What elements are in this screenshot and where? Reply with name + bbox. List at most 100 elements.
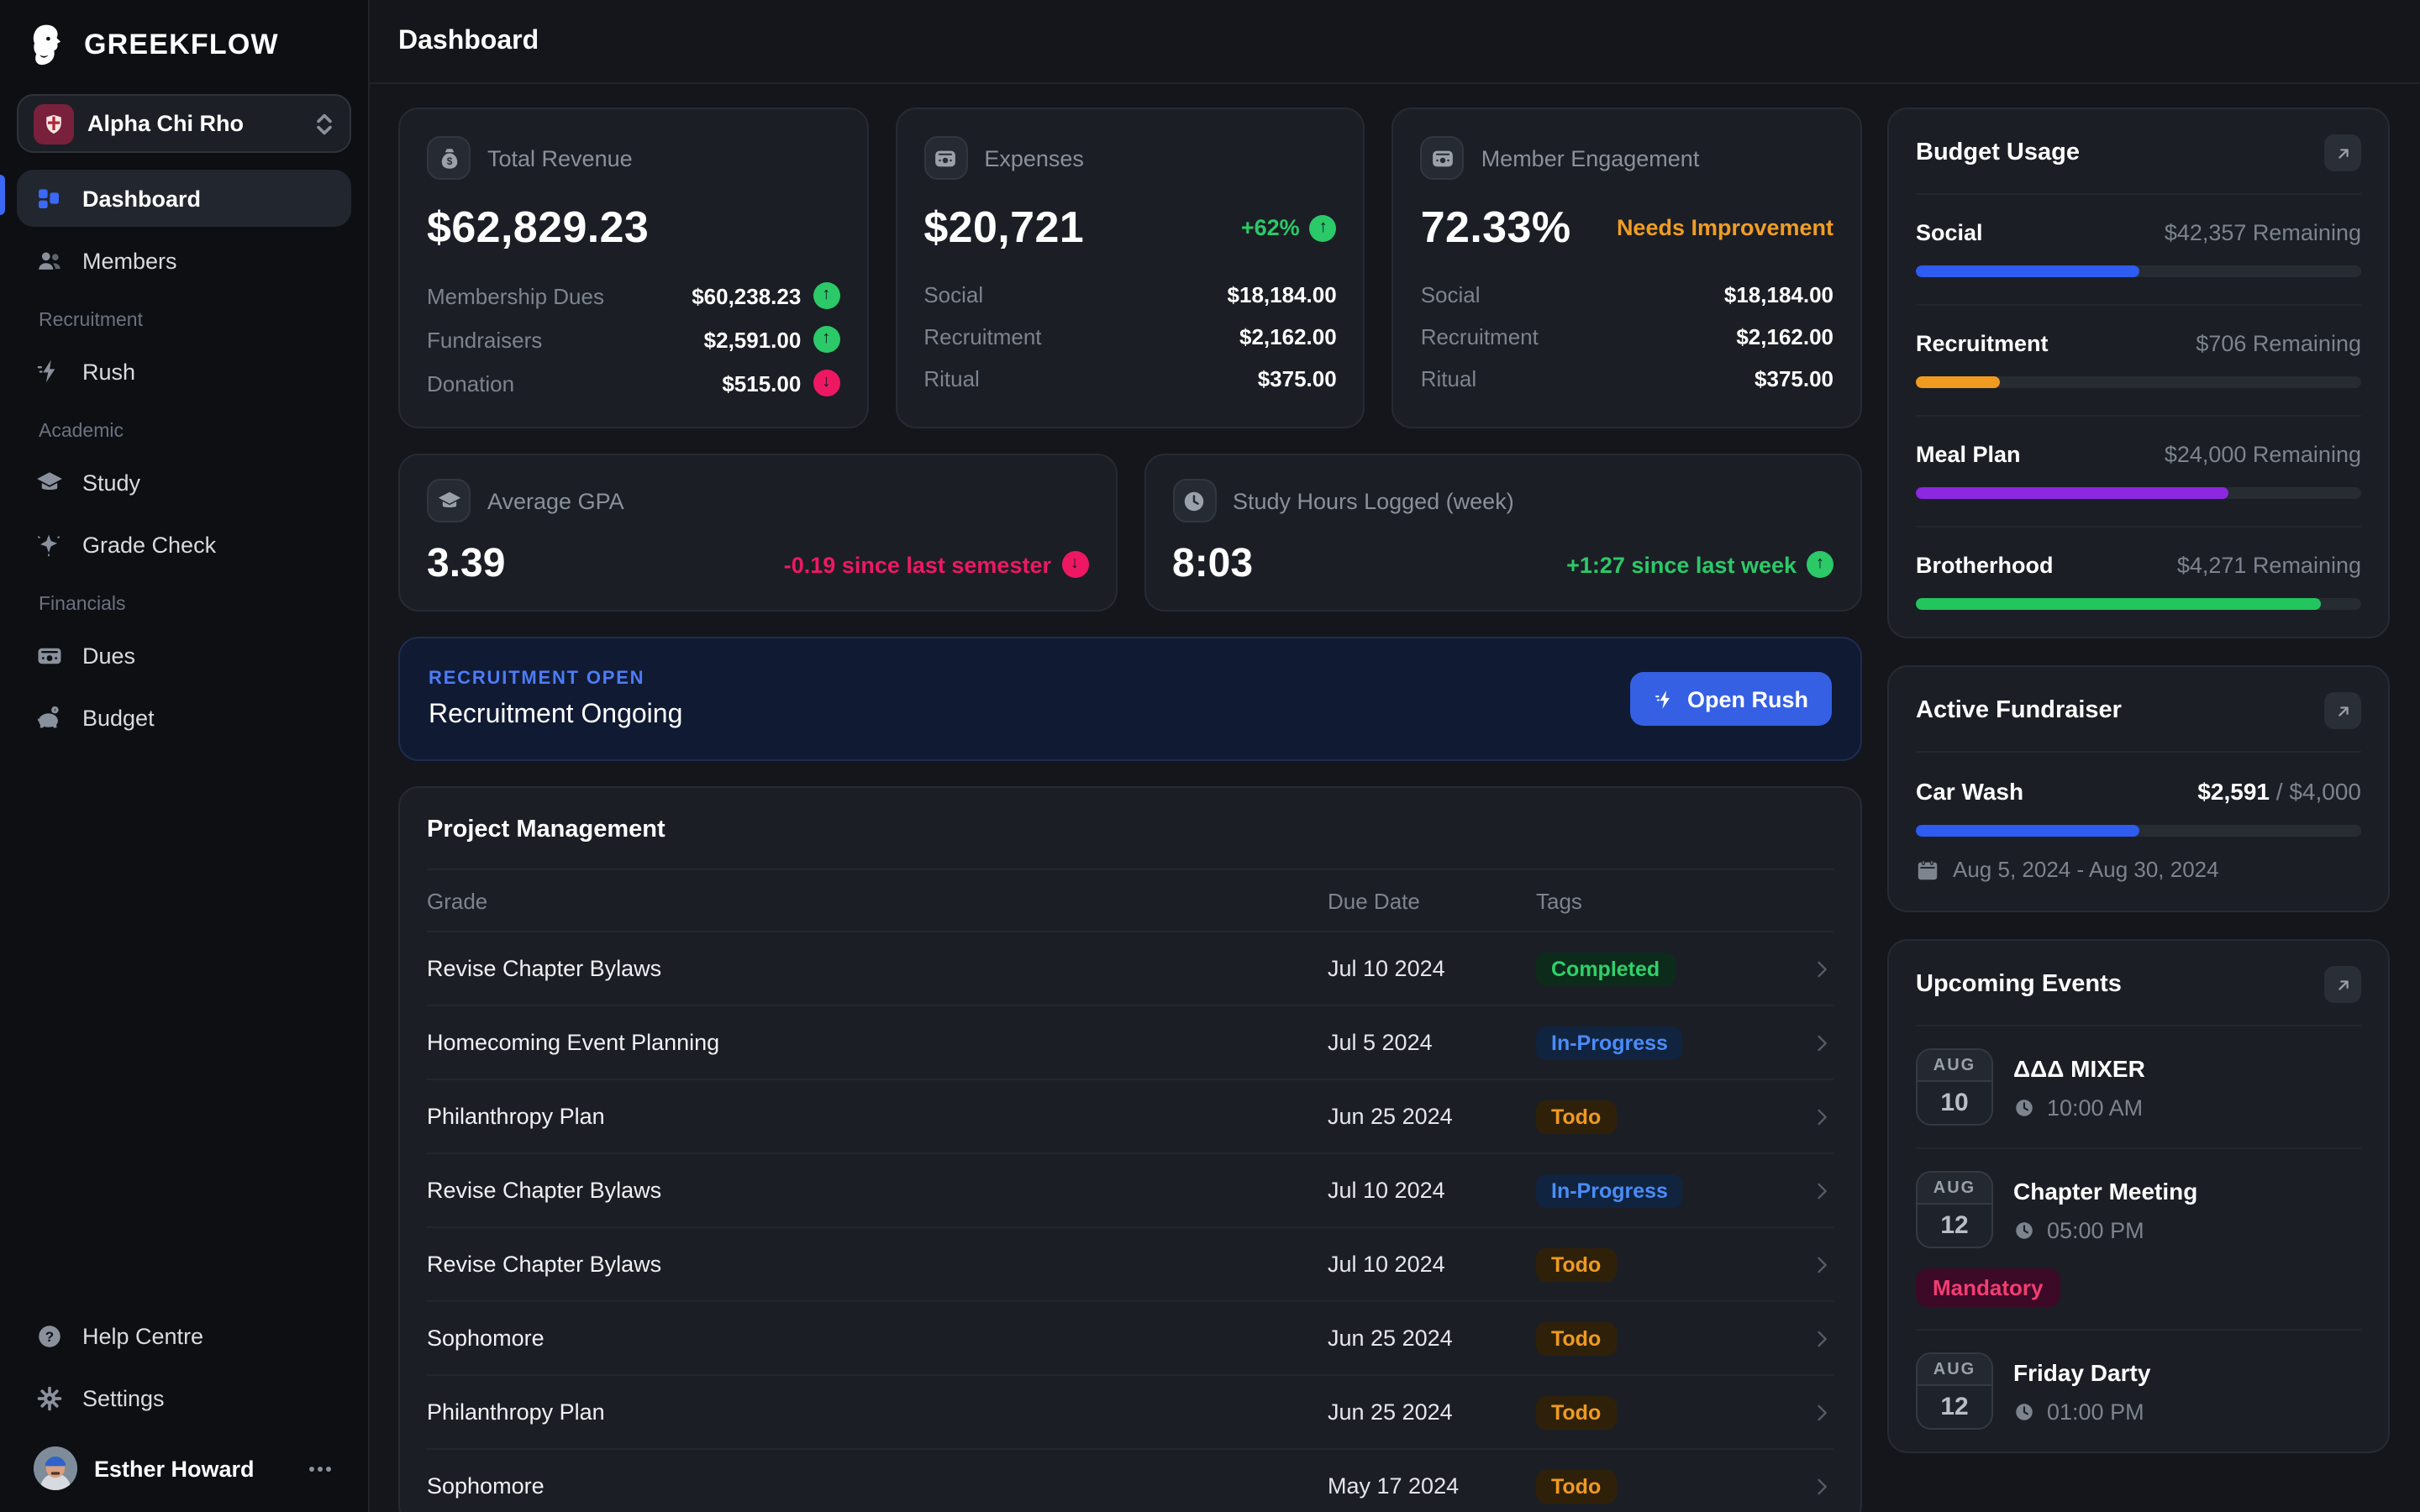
gear-icon bbox=[34, 1383, 64, 1412]
sidebar-item-dashboard[interactable]: Dashboard bbox=[17, 170, 351, 227]
stat-breakdown-row: Fundraisers $2,591.00 bbox=[427, 326, 839, 353]
table-row[interactable]: Philanthropy Plan Jun 25 2024 Todo bbox=[427, 1376, 1833, 1450]
table-row[interactable]: Revise Chapter Bylaws Jul 10 2024 Todo bbox=[427, 1228, 1833, 1302]
fundraiser-name: Car Wash bbox=[1916, 778, 2023, 805]
chevron-right-icon[interactable] bbox=[1800, 1252, 1833, 1276]
chevron-right-icon[interactable] bbox=[1800, 1179, 1833, 1202]
stats-row: $ Total Revenue $62,829.23 Membership Du… bbox=[398, 108, 1862, 428]
chevron-right-icon[interactable] bbox=[1800, 1031, 1833, 1054]
event-item[interactable]: AUG 10 ΔΔΔ MIXER 10:00 AM bbox=[1916, 1026, 2361, 1149]
stat-breakdown-row: Social $18,184.00 bbox=[1421, 282, 1833, 307]
progress-track bbox=[1916, 825, 2361, 837]
avatar bbox=[34, 1446, 77, 1490]
status-badge: Todo bbox=[1536, 1469, 1616, 1503]
stat-delta: +1:27 since last week bbox=[1566, 551, 1833, 578]
topbar: Dashboard bbox=[370, 0, 2420, 84]
user-menu[interactable]: Esther Howard bbox=[17, 1431, 351, 1512]
stat-breakdown-row: Social $18,184.00 bbox=[923, 282, 1336, 307]
arrow-up-circle-icon bbox=[1807, 551, 1833, 578]
arrow-up-circle-icon bbox=[1310, 214, 1337, 241]
chevron-right-icon[interactable] bbox=[1800, 1326, 1833, 1350]
event-item[interactable]: AUG 12 Chapter Meeting 05:00 PM bbox=[1916, 1149, 2361, 1331]
status-badge: Completed bbox=[1536, 952, 1675, 985]
sidebar-item-help-centre[interactable]: ? Help Centre bbox=[17, 1307, 351, 1364]
progress-track bbox=[1916, 487, 2361, 499]
sidebar-item-label: Study bbox=[82, 470, 140, 495]
more-options-icon[interactable] bbox=[304, 1466, 334, 1471]
budget-item: Brotherhood $4,271 Remaining bbox=[1916, 528, 2361, 637]
sidebar-item-grade-check[interactable]: Grade Check bbox=[17, 516, 351, 573]
sidebar: GREEKFLOW Alpha Chi Rho bbox=[0, 0, 370, 1512]
clock-icon bbox=[1172, 479, 1216, 522]
chevron-right-icon[interactable] bbox=[1800, 1400, 1833, 1424]
sidebar-item-settings[interactable]: Settings bbox=[17, 1369, 351, 1426]
right-column: Budget Usage Social $42,357 Remaining bbox=[1887, 108, 2390, 1512]
table-row[interactable]: Sophomore May 17 2024 Todo bbox=[427, 1450, 1833, 1512]
fundraiser-dates: Aug 5, 2024 - Aug 30, 2024 bbox=[1916, 857, 2361, 882]
clock-icon bbox=[2013, 1219, 2035, 1241]
sidebar-item-rush[interactable]: Rush bbox=[17, 343, 351, 400]
table-row[interactable]: Revise Chapter Bylaws Jul 10 2024 Comple… bbox=[427, 932, 1833, 1006]
progress-fill bbox=[1916, 487, 2228, 499]
event-item[interactable]: AUG 12 Friday Darty 01:00 PM bbox=[1916, 1331, 2361, 1452]
budget-item: Recruitment $706 Remaining bbox=[1916, 306, 2361, 417]
table-row[interactable]: Sophomore Jun 25 2024 Todo bbox=[427, 1302, 1833, 1376]
chevron-right-icon[interactable] bbox=[1800, 1105, 1833, 1128]
table-row[interactable]: Philanthropy Plan Jun 25 2024 Todo bbox=[427, 1080, 1833, 1154]
stat-value: 8:03 bbox=[1172, 541, 1253, 588]
sidebar-item-members[interactable]: Members bbox=[17, 232, 351, 289]
external-link-icon[interactable] bbox=[2324, 966, 2361, 1003]
clock-icon bbox=[2013, 1096, 2035, 1118]
column-header-tags: Tags bbox=[1536, 888, 1800, 913]
progress-fill bbox=[1916, 376, 2001, 388]
chapter-selector[interactable]: Alpha Chi Rho bbox=[17, 94, 351, 153]
sidebar-footer: ? Help Centre Settings bbox=[0, 1307, 368, 1512]
sidebar-item-label: Rush bbox=[82, 359, 135, 384]
member-engagement-card: Member Engagement 72.33% Needs Improveme… bbox=[1392, 108, 1862, 428]
arrow-up-circle-icon bbox=[813, 326, 839, 353]
active-nav-indicator bbox=[0, 175, 5, 215]
stat-value: $20,721 bbox=[923, 202, 1084, 254]
sidebar-item-budget[interactable]: Budget bbox=[17, 689, 351, 746]
stat-value: 3.39 bbox=[427, 541, 505, 588]
page-title: Dashboard bbox=[398, 26, 539, 56]
open-rush-button[interactable]: Open Rush bbox=[1630, 672, 1832, 726]
table-header: Grade Due Date Tags bbox=[427, 870, 1833, 932]
external-link-icon[interactable] bbox=[2324, 134, 2361, 171]
banknote-icon bbox=[1421, 136, 1465, 180]
arrow-down-circle-icon bbox=[813, 370, 839, 396]
column-header-due-date: Due Date bbox=[1328, 888, 1536, 913]
user-name: Esther Howard bbox=[94, 1456, 287, 1481]
content: $ Total Revenue $62,829.23 Membership Du… bbox=[370, 84, 2420, 1512]
external-link-icon[interactable] bbox=[2324, 692, 2361, 729]
status-badge: In-Progress bbox=[1536, 1173, 1683, 1207]
sidebar-item-dues[interactable]: Dues bbox=[17, 627, 351, 684]
sidebar-item-label: Help Centre bbox=[82, 1323, 203, 1348]
piggy-bank-icon bbox=[34, 703, 64, 732]
chevron-right-icon[interactable] bbox=[1800, 957, 1833, 980]
chevron-up-down-icon bbox=[314, 112, 334, 135]
sparkle-star-icon bbox=[34, 531, 64, 558]
stat-title: Total Revenue bbox=[487, 145, 633, 171]
chapter-crest-icon bbox=[34, 103, 74, 144]
table-row[interactable]: Revise Chapter Bylaws Jul 10 2024 In-Pro… bbox=[427, 1154, 1833, 1228]
arrow-down-circle-icon bbox=[1061, 551, 1088, 578]
status-badge: Todo bbox=[1536, 1395, 1616, 1429]
graduation-cap-icon bbox=[427, 479, 471, 522]
banknote-icon bbox=[34, 641, 64, 669]
chevron-right-icon[interactable] bbox=[1800, 1474, 1833, 1498]
stat-title: Average GPA bbox=[487, 488, 624, 513]
budget-usage-panel: Budget Usage Social $42,357 Remaining bbox=[1887, 108, 2390, 638]
stat-title: Study Hours Logged (week) bbox=[1233, 488, 1514, 513]
status-badge: Todo bbox=[1536, 1100, 1616, 1133]
expenses-card: Expenses $20,721 +62% Social $18,184.00 bbox=[895, 108, 1365, 428]
money-bag-icon: $ bbox=[427, 136, 471, 180]
main-column: $ Total Revenue $62,829.23 Membership Du… bbox=[398, 108, 1862, 1512]
sidebar-item-study[interactable]: Study bbox=[17, 454, 351, 511]
table-row[interactable]: Homecoming Event Planning Jul 5 2024 In-… bbox=[427, 1006, 1833, 1080]
stat-value: 72.33% bbox=[1421, 202, 1571, 254]
status-badge: Needs Improvement bbox=[1617, 215, 1833, 240]
budget-item: Meal Plan $24,000 Remaining bbox=[1916, 417, 2361, 528]
stat-breakdown-row: Donation $515.00 bbox=[427, 370, 839, 396]
bolt-icon bbox=[1654, 688, 1676, 710]
